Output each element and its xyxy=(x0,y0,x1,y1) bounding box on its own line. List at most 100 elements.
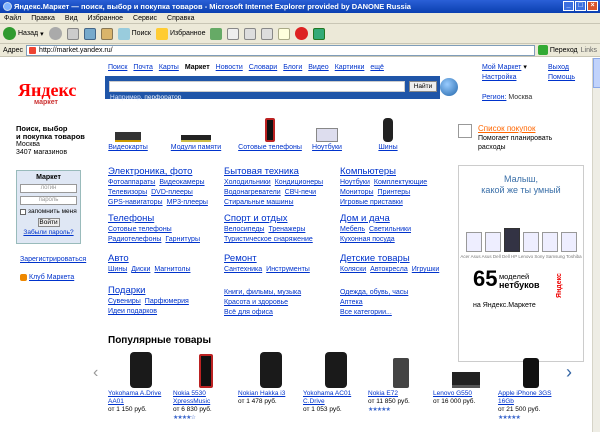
link-books[interactable]: Книги, фильмы, музыка xyxy=(224,288,301,298)
nav-news[interactable]: Новости xyxy=(216,64,243,71)
favorites-button[interactable]: Избранное xyxy=(155,27,205,40)
carousel-next-button[interactable]: › xyxy=(566,362,572,383)
menu-favorites[interactable]: Избранное xyxy=(88,13,123,23)
link-cameras[interactable]: Фотоаппараты xyxy=(108,178,155,188)
vertical-scrollbar[interactable] xyxy=(592,58,600,432)
nav-dictionaries[interactable]: Словари xyxy=(249,64,277,71)
nav-blogs[interactable]: Блоги xyxy=(283,64,302,71)
link-bicycles[interactable]: Велосипеды xyxy=(224,225,264,235)
topcat-videocards[interactable]: Видеокарты xyxy=(96,116,160,151)
link-clothes[interactable]: Одежда, обувь, часы xyxy=(340,288,408,298)
nav-images[interactable]: Картинки xyxy=(335,64,365,71)
password-field[interactable]: пароль xyxy=(20,196,77,205)
edit-icon[interactable] xyxy=(261,27,274,40)
product-card[interactable]: Nokia E72 от 11 850 руб. ★★★★★ xyxy=(368,350,433,422)
help-link[interactable]: Помощь xyxy=(548,74,575,81)
link-tv[interactable]: Телевизоры xyxy=(108,188,147,198)
link-components[interactable]: Комплектующие xyxy=(374,178,427,188)
link-cookware[interactable]: Кухонная посуда xyxy=(340,235,395,245)
category-title[interactable]: Телефоны xyxy=(108,213,200,224)
category-title[interactable]: Детские товары xyxy=(340,253,439,264)
minimize-button[interactable]: _ xyxy=(563,1,574,11)
link-gps[interactable]: GPS-навигаторы xyxy=(108,198,163,208)
link-souvenirs[interactable]: Сувениры xyxy=(108,297,141,307)
product-card[interactable]: Nokia 5530 XpressMusic от 6 830 руб. ★★★★☆ xyxy=(173,350,238,422)
mail-icon[interactable] xyxy=(227,27,240,40)
link-trainers[interactable]: Тренажеры xyxy=(268,225,305,235)
menu-edit[interactable]: Правка xyxy=(31,13,55,23)
my-market-link[interactable]: Мой Маркет xyxy=(482,64,521,71)
link-dvd[interactable]: DVD-плееры xyxy=(151,188,193,198)
topcat-phones[interactable]: Сотовые телефоны xyxy=(238,116,302,151)
link-radiophones[interactable]: Радиотелефоны xyxy=(108,235,161,245)
link-tourism[interactable]: Туристическое снаряжение xyxy=(224,235,313,245)
link-heaters[interactable]: Водонагреватели xyxy=(224,188,281,198)
research-icon[interactable] xyxy=(313,27,326,40)
maximize-button[interactable]: □ xyxy=(575,1,586,11)
link-all-categories[interactable]: Все категории... xyxy=(340,308,392,318)
history-icon[interactable] xyxy=(210,27,223,40)
menu-view[interactable]: Вид xyxy=(65,13,78,23)
forgot-password-link[interactable]: Забыли пароль? xyxy=(23,229,73,236)
link-monitors[interactable]: Мониторы xyxy=(340,188,374,198)
home-icon[interactable] xyxy=(100,27,113,40)
link-headsets[interactable]: Гарнитуры xyxy=(165,235,200,245)
forward-arrow-icon[interactable] xyxy=(48,27,62,40)
nav-more[interactable]: ещё xyxy=(370,64,384,71)
link-beauty[interactable]: Красота и здоровье xyxy=(224,298,288,308)
wishlist-link[interactable]: Список покупок xyxy=(478,124,536,133)
yandex-logo[interactable]: Яндекс xyxy=(18,80,76,101)
category-title[interactable]: Бытовая техника xyxy=(224,166,323,177)
link-radios[interactable]: Магнитолы xyxy=(154,265,190,275)
link-mobile[interactable]: Сотовые телефоны xyxy=(108,225,172,235)
netbook-ad-banner[interactable]: Малыш, какой же ты умный Acer Asus Asus D… xyxy=(458,165,584,362)
link-carseats[interactable]: Автокресла xyxy=(370,265,408,275)
nav-mail[interactable]: Почта xyxy=(133,64,152,71)
login-button[interactable]: Войти xyxy=(37,218,60,227)
category-title[interactable]: Авто xyxy=(108,253,190,264)
close-button[interactable]: × xyxy=(587,1,598,11)
nav-search[interactable]: Поиск xyxy=(108,64,127,71)
link-mp3[interactable]: MP3-плееры xyxy=(167,198,208,208)
nav-maps[interactable]: Карты xyxy=(159,64,179,71)
settings-link[interactable]: Настройка xyxy=(482,74,516,81)
product-card[interactable]: Nokian Hakka i3 от 1 478 руб. xyxy=(238,350,303,422)
link-microwave[interactable]: СВЧ-печи xyxy=(285,188,316,198)
link-perfume[interactable]: Парфюмерия xyxy=(145,297,189,307)
scrollbar-thumb[interactable] xyxy=(593,58,600,88)
category-title[interactable]: Дом и дача xyxy=(340,213,411,224)
region-link[interactable]: Регион: xyxy=(482,94,506,101)
link-washers[interactable]: Стиральные машины xyxy=(224,198,294,208)
category-title[interactable]: Ремонт xyxy=(224,253,310,264)
link-plumbing[interactable]: Сантехника xyxy=(224,265,262,275)
link-consoles[interactable]: Игровые приставки xyxy=(340,198,403,208)
link-toys[interactable]: Игрушки xyxy=(412,265,440,275)
link-camcorders[interactable]: Видеокамеры xyxy=(159,178,204,188)
link-furniture[interactable]: Мебель xyxy=(340,225,365,235)
link-lamps[interactable]: Светильники xyxy=(369,225,411,235)
link-office[interactable]: Всё для офиса xyxy=(224,308,273,318)
category-title[interactable]: Электроника, фото xyxy=(108,166,208,177)
link-fridges[interactable]: Холодильники xyxy=(224,178,271,188)
login-field[interactable]: логин xyxy=(20,184,77,193)
register-link[interactable]: Зарегистрироваться xyxy=(20,256,86,263)
exit-link[interactable]: Выход xyxy=(548,64,569,71)
back-button[interactable]: Назад ▾ xyxy=(3,27,44,40)
product-card[interactable]: Yokohama A.Drive AA01 от 1 150 руб. xyxy=(108,350,173,422)
menu-tools[interactable]: Сервис xyxy=(133,13,157,23)
address-input[interactable]: http://market.yandex.ru/ xyxy=(26,44,535,56)
club-link[interactable]: Клуб Маркета xyxy=(20,274,74,281)
link-gift-ideas[interactable]: Идеи подарков xyxy=(108,307,157,317)
menu-file[interactable]: Файл xyxy=(4,13,21,23)
search-hint-link[interactable]: перфоратор xyxy=(144,94,181,101)
product-card[interactable]: Yokohama AC01 C.Drive от 1 053 руб. xyxy=(303,350,368,422)
link-tools[interactable]: Инструменты xyxy=(266,265,310,275)
category-title[interactable]: Спорт и отдых xyxy=(224,213,313,224)
messenger-icon[interactable] xyxy=(295,27,309,40)
carousel-prev-button[interactable]: ‹ xyxy=(93,364,98,382)
refresh-icon[interactable] xyxy=(83,27,96,40)
link-pharmacy[interactable]: Аптека xyxy=(340,298,363,308)
link-strollers[interactable]: Коляски xyxy=(340,265,366,275)
stop-icon[interactable] xyxy=(66,27,79,40)
category-title[interactable]: Подарки xyxy=(108,285,189,296)
